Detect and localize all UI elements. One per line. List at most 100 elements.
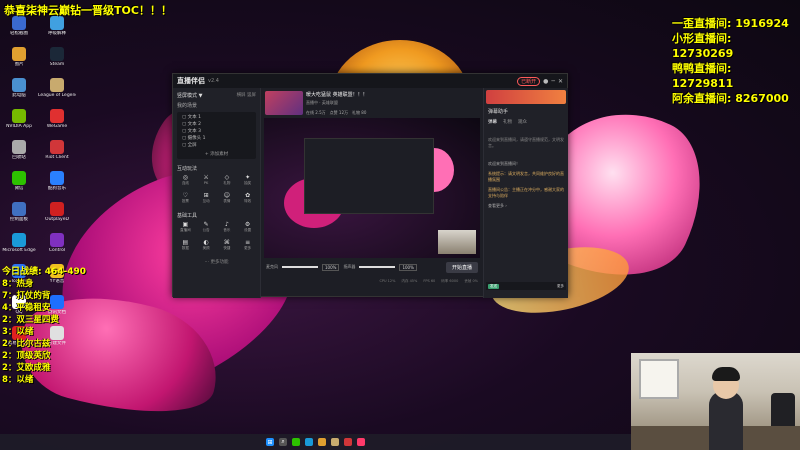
source-item[interactable]: ▢ 摄像头 1	[179, 135, 254, 142]
desktop-icon[interactable]: 微信	[0, 169, 38, 198]
status-bar: CPU 12% 内存 45% FPS 60 码率 6000 丢帧 0%	[262, 276, 482, 286]
desktop-icon[interactable]: League of Legends	[38, 76, 76, 105]
basic-tool-button[interactable]: ≡ 更多	[238, 239, 257, 255]
interact-tool-button[interactable]: ♡ 投票	[176, 192, 195, 208]
avatar-icon[interactable]: ●	[543, 78, 548, 85]
desktop-icon-label: Steam	[49, 62, 65, 67]
live-status-badge[interactable]: 已断开	[517, 76, 541, 86]
desktop-icon[interactable]: 轻松截图	[0, 14, 38, 43]
desktop-icon[interactable]: OutplayeD	[38, 200, 76, 229]
wechat-taskbar-icon[interactable]	[292, 438, 300, 446]
scene-mode-select[interactable]: 竖屏模式 ▼	[177, 92, 202, 99]
interact-tool-grid: ◎ 连线 ⚔ PK ◇ 礼物 ✦ 抽奖 ♡ 投票 ⊞ 互动 ☺ 表情 ✿ 特效	[173, 174, 260, 208]
basic-tool-button[interactable]: ✎ 公告	[197, 221, 216, 237]
tool-icon: ◎	[182, 174, 188, 181]
chat-more-button[interactable]: 更多	[557, 284, 564, 289]
desktop-icon[interactable]: NVIDIA App	[0, 107, 38, 136]
room-stats: 在线 2.5万 点赞 12万 礼物 80	[306, 110, 479, 116]
tool-icon: ▣	[182, 221, 189, 228]
edge-taskbar-icon[interactable]	[305, 438, 313, 446]
interact-tool-button[interactable]: ☺ 表情	[218, 192, 237, 208]
desktop-icon[interactable]: 呼吸解释	[38, 14, 76, 43]
search-icon[interactable]: ⌕	[279, 438, 287, 446]
desktop-icon-label: OutplayeD	[45, 217, 69, 222]
chat-input[interactable]: 发送 更多	[486, 282, 566, 290]
speaker-volume-slider[interactable]	[359, 266, 396, 268]
speaker-volume-value: 100%	[399, 263, 417, 271]
panel-tab[interactable]: 弹幕	[488, 119, 497, 125]
desktop-icon[interactable]: 酷狗音乐	[38, 169, 76, 198]
panel-tab[interactable]: 礼物	[503, 119, 512, 125]
riot-taskbar-icon[interactable]	[344, 438, 352, 446]
preview-webcam	[438, 230, 476, 254]
record-title: 今日战绩: 464-490	[2, 267, 87, 277]
league-taskbar-icon[interactable]	[331, 438, 339, 446]
stream-app-taskbar-icon[interactable]	[357, 438, 365, 446]
tool-icon: ✦	[245, 174, 251, 181]
desktop-icon[interactable]: 控制面板	[0, 200, 38, 229]
close-icon[interactable]: ✕	[558, 78, 563, 85]
room-cover-thumbnail[interactable]	[265, 91, 303, 115]
tool-label: 公告	[202, 228, 210, 232]
promo-banner[interactable]	[486, 90, 566, 104]
desktop-app-icon	[50, 78, 64, 92]
app-version: v2.4	[208, 78, 219, 84]
desktop-icon[interactable]: Control	[38, 231, 76, 260]
desktop-icon[interactable]: 回收站	[0, 138, 38, 167]
desktop-icon-label: Microsoft Edge	[2, 248, 36, 253]
more-tools-button[interactable]: ⋯ 更多功能	[173, 255, 260, 265]
desktop-icon[interactable]: Steam	[38, 45, 76, 74]
desktop-icon-label: 回收站	[12, 155, 26, 160]
chat-send-button[interactable]: 发送	[488, 283, 499, 289]
interact-tool-button[interactable]: ✿ 特效	[238, 192, 257, 208]
source-item[interactable]: ▢ 文本 3	[179, 128, 254, 135]
tool-label: 更多	[244, 246, 252, 250]
record-line: 8：以绪	[2, 375, 34, 385]
interact-tool-button[interactable]: ◎ 连线	[176, 174, 195, 190]
record-line: 2：双三星四费	[2, 315, 59, 325]
go-live-button[interactable]: 开始直播	[445, 261, 478, 273]
interact-tool-button[interactable]: ⊞ 互动	[197, 192, 216, 208]
basic-tool-button[interactable]: ♪ 音乐	[218, 221, 237, 237]
preview-nested-window	[304, 138, 434, 214]
stream-preview[interactable]	[264, 118, 480, 258]
status-item: 码率 6000	[441, 278, 459, 283]
minimize-icon[interactable]: ─	[551, 78, 555, 85]
start-icon[interactable]: ⊞	[266, 438, 274, 446]
desktop-icon[interactable]: 图片	[0, 45, 38, 74]
basic-tool-grid: ▣ 直播间 ✎ 公告 ♪ 音乐 ⚙ 设置 ▤ 数据 ◐ 美颜 ⌘ 快捷 ≡ 更多	[173, 221, 260, 255]
interact-tool-button[interactable]: ◇ 礼物	[218, 174, 237, 190]
mic-volume-slider[interactable]	[282, 266, 318, 268]
basic-tool-button[interactable]: ⚙ 设置	[238, 221, 257, 237]
basic-tool-button[interactable]: ▣ 直播间	[176, 221, 195, 237]
taskbar: ⊞ ⌕	[0, 434, 631, 450]
add-source-button[interactable]: + 添加素材	[179, 151, 254, 157]
desktop-icon[interactable]: 此电脑	[0, 76, 38, 105]
desktop-icon-label: Control	[48, 248, 66, 253]
tool-label: 设置	[244, 228, 252, 232]
folder-taskbar-icon[interactable]	[318, 438, 326, 446]
basic-tool-button[interactable]: ◐ 美颜	[197, 239, 216, 255]
desktop-icon[interactable]: Microsoft Edge	[0, 231, 38, 260]
desktop-app-icon	[12, 202, 26, 216]
scene-name[interactable]: 我的场景	[173, 101, 260, 110]
panel-tab[interactable]: 观众	[518, 119, 527, 125]
orientation-toggle[interactable]: 横屏 竖屏	[237, 92, 256, 99]
source-item[interactable]: ▢ 文本 1	[179, 114, 254, 121]
desktop-icon[interactable]: WeGame	[38, 107, 76, 136]
interact-tool-button[interactable]: ✦ 抽奖	[238, 174, 257, 190]
tool-icon: ⚙	[244, 221, 251, 228]
room-id-line: 鸭鸭直播间: 12729811	[672, 62, 734, 90]
basic-tool-button[interactable]: ⌘ 快捷	[218, 239, 237, 255]
tool-label: 礼物	[223, 181, 231, 185]
source-item[interactable]: ▢ 全屏	[179, 142, 254, 149]
interact-tool-button[interactable]: ⚔ PK	[197, 174, 216, 190]
room-title[interactable]: 暖大吃猛鼠 英雄联盟！！！	[306, 91, 479, 98]
app-logo: 直播伴侣	[177, 77, 205, 85]
webcam-window-bg	[639, 359, 679, 399]
source-item[interactable]: ▢ 文本 2	[179, 121, 254, 128]
desktop-icon[interactable]: Riot Client	[38, 138, 76, 167]
basic-tool-button[interactable]: ▤ 数据	[176, 239, 195, 255]
danmaku-panel: 弹幕助手 弹幕 礼物 观众 欢迎来到直播间，请遵守直播规范，文明发言。 欢迎来到直播…	[483, 88, 568, 298]
panel-title: 弹幕助手	[488, 109, 509, 115]
